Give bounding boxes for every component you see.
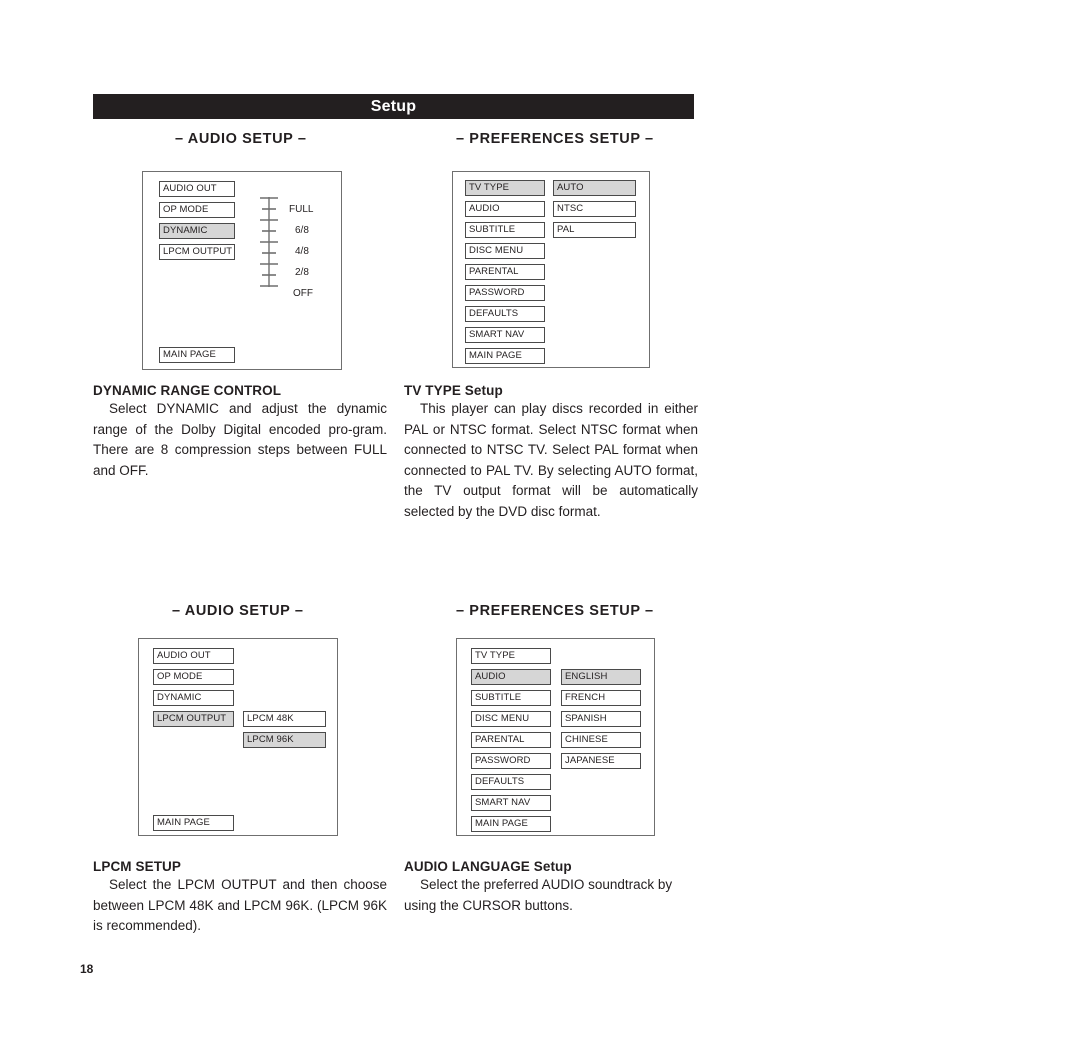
option-chinese[interactable]: CHINESE bbox=[561, 732, 641, 748]
heading-preferences-setup-1: – PREFERENCES SETUP – bbox=[456, 131, 654, 147]
heading-audio-setup-2: – AUDIO SETUP – bbox=[172, 603, 304, 619]
diagram-preferences-setup-tvtype: TV TYPE AUDIO SUBTITLE DISC MENU PARENTA… bbox=[452, 171, 650, 368]
menu-item-lpcm-output[interactable]: LPCM OUTPUT bbox=[159, 244, 235, 260]
option-english[interactable]: ENGLISH bbox=[561, 669, 641, 685]
menu-item-audio[interactable]: AUDIO bbox=[465, 201, 545, 217]
copy-heading-tv-type: TV TYPE Setup bbox=[404, 383, 503, 398]
menu-item-smart-nav[interactable]: SMART NAV bbox=[465, 327, 545, 343]
menu-item-main-page[interactable]: MAIN PAGE bbox=[159, 347, 235, 363]
menu-item-audio-out[interactable]: AUDIO OUT bbox=[159, 181, 235, 197]
option-lpcm-96k[interactable]: LPCM 96K bbox=[243, 732, 326, 748]
copy-body-audio-language: Select the preferred AUDIO soundtrack by… bbox=[404, 877, 673, 913]
menu-item-smart-nav[interactable]: SMART NAV bbox=[471, 795, 551, 811]
menu-item-tv-type[interactable]: TV TYPE bbox=[471, 648, 551, 664]
menu-item-password[interactable]: PASSWORD bbox=[465, 285, 545, 301]
menu-item-parental[interactable]: PARENTAL bbox=[471, 732, 551, 748]
dynamic-range-slider[interactable] bbox=[256, 196, 282, 288]
menu-item-op-mode[interactable]: OP MODE bbox=[159, 202, 235, 218]
menu-item-disc-menu[interactable]: DISC MENU bbox=[471, 711, 551, 727]
menu-item-subtitle[interactable]: SUBTITLE bbox=[465, 222, 545, 238]
menu-item-defaults[interactable]: DEFAULTS bbox=[471, 774, 551, 790]
menu-item-audio-out[interactable]: AUDIO OUT bbox=[153, 648, 234, 664]
copy-dynamic-range-control: DYNAMIC RANGE CONTROL Select DYNAMIC and… bbox=[93, 383, 387, 481]
slider-label-4-8: 4/8 bbox=[295, 246, 309, 257]
slider-label-2-8: 2/8 bbox=[295, 267, 309, 278]
copy-body-dynamic-range: Select DYNAMIC and adjust the dynamic ra… bbox=[93, 401, 387, 478]
menu-item-main-page[interactable]: MAIN PAGE bbox=[153, 815, 234, 831]
option-auto[interactable]: AUTO bbox=[553, 180, 636, 196]
slider-label-6-8: 6/8 bbox=[295, 225, 309, 236]
menu-item-defaults[interactable]: DEFAULTS bbox=[465, 306, 545, 322]
diagram-preferences-setup-audiolang: TV TYPE AUDIO SUBTITLE DISC MENU PARENTA… bbox=[456, 638, 655, 836]
diagram-audio-setup-lpcm: AUDIO OUT OP MODE DYNAMIC LPCM OUTPUT LP… bbox=[138, 638, 338, 836]
option-japanese[interactable]: JAPANESE bbox=[561, 753, 641, 769]
page-title: Setup bbox=[370, 97, 417, 115]
menu-item-parental[interactable]: PARENTAL bbox=[465, 264, 545, 280]
option-french[interactable]: FRENCH bbox=[561, 690, 641, 706]
page-number: 18 bbox=[80, 962, 94, 976]
heading-audio-setup-1: – AUDIO SETUP – bbox=[175, 131, 307, 147]
menu-item-disc-menu[interactable]: DISC MENU bbox=[465, 243, 545, 259]
copy-audio-language-setup: AUDIO LANGUAGE Setup Select the preferre… bbox=[404, 859, 698, 916]
menu-item-lpcm-output[interactable]: LPCM OUTPUT bbox=[153, 711, 234, 727]
menu-item-audio[interactable]: AUDIO bbox=[471, 669, 551, 685]
menu-item-password[interactable]: PASSWORD bbox=[471, 753, 551, 769]
page-title-bar: Setup bbox=[93, 94, 694, 119]
option-ntsc[interactable]: NTSC bbox=[553, 201, 636, 217]
diagram-audio-setup-dynamic: AUDIO OUT OP MODE DYNAMIC LPCM OUTPUT FU… bbox=[142, 171, 342, 370]
slider-label-off: OFF bbox=[293, 288, 313, 299]
option-pal[interactable]: PAL bbox=[553, 222, 636, 238]
copy-heading-dynamic-range: DYNAMIC RANGE CONTROL bbox=[93, 383, 282, 398]
menu-item-op-mode[interactable]: OP MODE bbox=[153, 669, 234, 685]
copy-body-tv-type: This player can play discs recorded in e… bbox=[404, 401, 698, 519]
heading-preferences-setup-2: – PREFERENCES SETUP – bbox=[456, 603, 654, 619]
menu-item-main-page[interactable]: MAIN PAGE bbox=[471, 816, 551, 832]
copy-tv-type-setup: TV TYPE Setup This player can play discs… bbox=[404, 383, 698, 522]
option-spanish[interactable]: SPANISH bbox=[561, 711, 641, 727]
menu-item-tv-type[interactable]: TV TYPE bbox=[465, 180, 545, 196]
copy-heading-audio-language: AUDIO LANGUAGE Setup bbox=[404, 859, 572, 874]
slider-label-full: FULL bbox=[289, 204, 314, 215]
copy-body-lpcm-setup: Select the LPCM OUTPUT and then choose b… bbox=[93, 877, 387, 933]
menu-item-dynamic[interactable]: DYNAMIC bbox=[153, 690, 234, 706]
copy-lpcm-setup: LPCM SETUP Select the LPCM OUTPUT and th… bbox=[93, 859, 387, 937]
menu-item-main-page[interactable]: MAIN PAGE bbox=[465, 348, 545, 364]
option-lpcm-48k[interactable]: LPCM 48K bbox=[243, 711, 326, 727]
menu-item-subtitle[interactable]: SUBTITLE bbox=[471, 690, 551, 706]
copy-heading-lpcm-setup: LPCM SETUP bbox=[93, 859, 182, 874]
menu-item-dynamic[interactable]: DYNAMIC bbox=[159, 223, 235, 239]
